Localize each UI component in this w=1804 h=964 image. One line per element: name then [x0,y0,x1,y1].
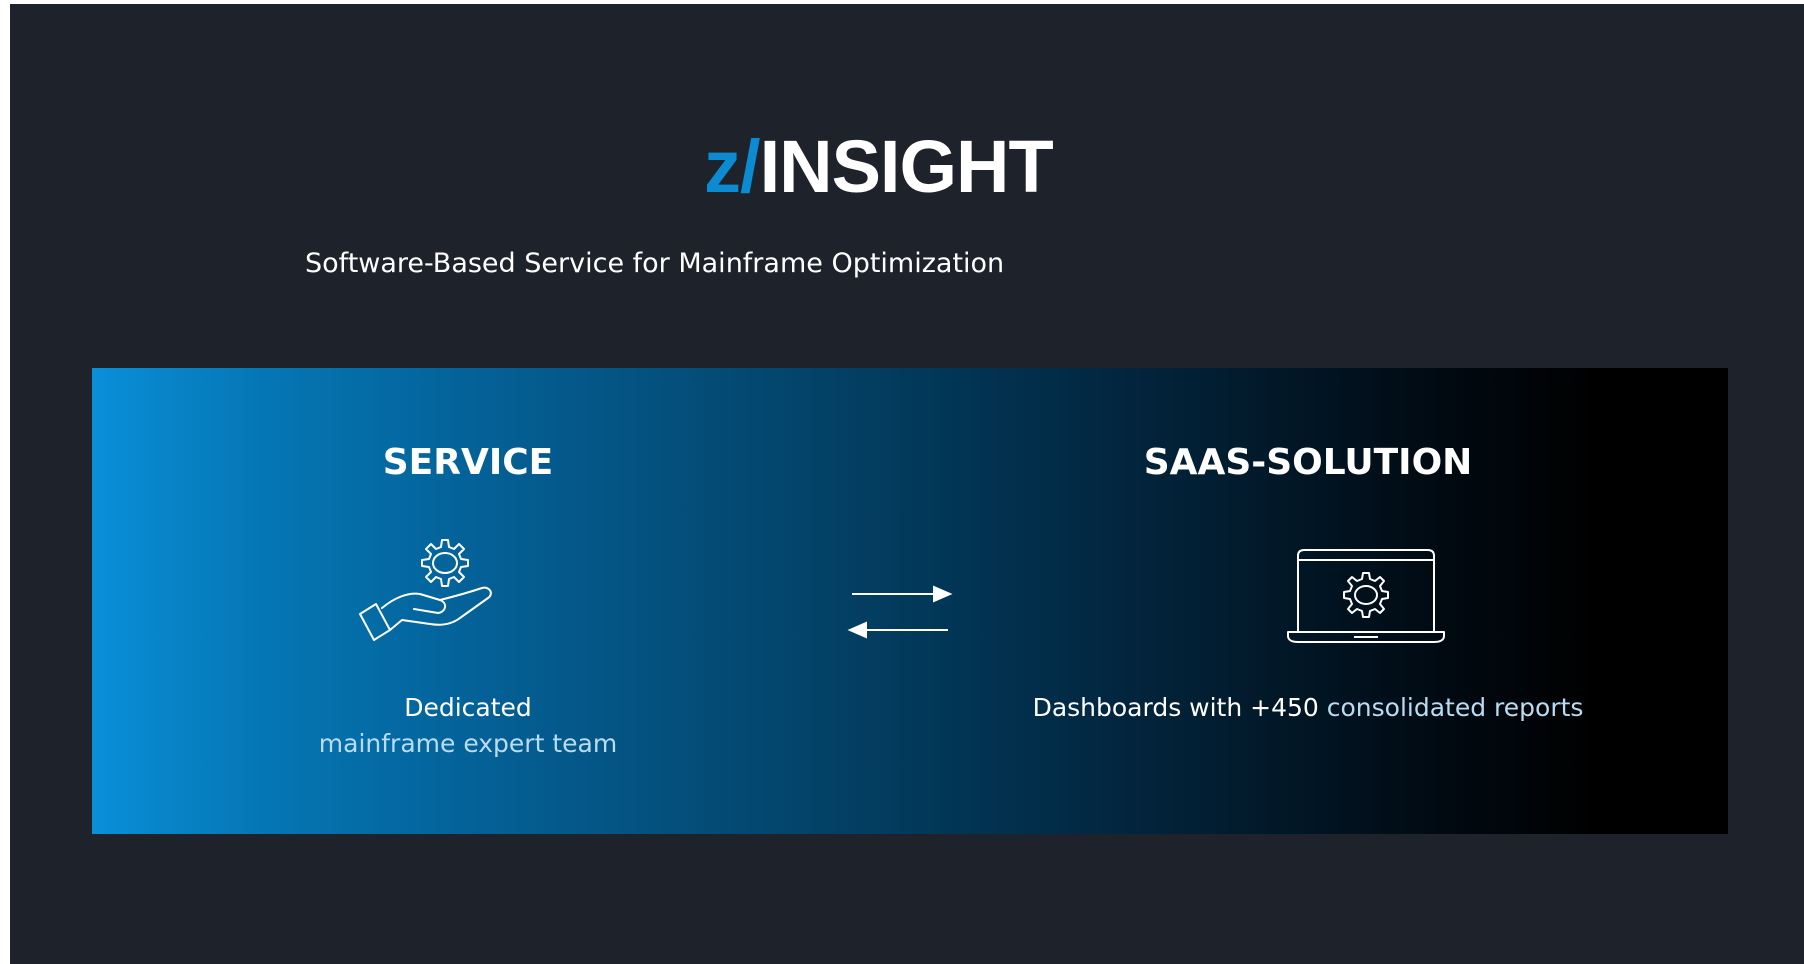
saas-description: Dashboards with +450 consolidated report… [1018,690,1598,726]
service-line-2: mainframe expert team [318,729,618,758]
logo-prefix: z/ [704,125,761,208]
service-line-1: Dedicated [404,693,532,722]
hand-gear-icon [359,539,492,641]
laptop-gear-icon [1287,549,1445,643]
saas-text-highlight: consolidated reports [1326,693,1584,722]
service-title: SERVICE [382,442,554,483]
saas-title: SAAS-SOLUTION [1143,442,1473,483]
saas-text-plain: Dashboards with +450 [1032,693,1327,722]
slide: z/INSIGHT Software-Based Service for Mai… [10,4,1804,964]
subtitle: Software-Based Service for Mainframe Opt… [305,248,1005,279]
exchange-arrows-icon [847,585,953,639]
feature-panel: SERVICE Dedicated mainframe expert team [92,368,1728,834]
logo-name: INSIGHT [759,125,1054,208]
service-description: Dedicated mainframe expert team [278,690,658,762]
zinsight-logo: z/INSIGHT [704,130,1054,204]
